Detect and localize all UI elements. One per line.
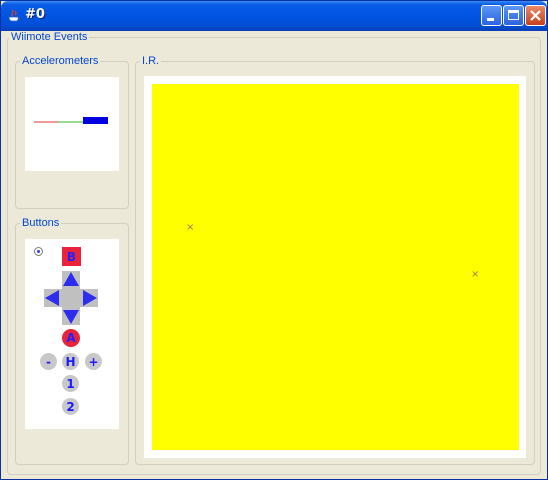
window-title: #0 [25,7,45,22]
ir-point-1: × [186,222,195,233]
button-a: A [62,329,80,347]
minimize-button[interactable] [481,5,502,26]
wiimote-events-label: Wiimote Events [9,31,90,43]
maximize-button[interactable] [503,5,524,26]
title-bar[interactable]: #0 [1,1,547,31]
minimize-icon [487,18,494,21]
button-two: 2 [62,398,79,415]
app-window: #0 Wiimote Events Accelerometers Buttons… [0,0,548,480]
button-minus: - [40,353,57,370]
button-plus: + [85,353,102,370]
ir-point-2: × [471,269,480,280]
java-app-icon [8,9,20,22]
accel-z-bar [83,117,108,124]
maximize-icon [508,10,519,20]
accelerometers-label: Accelerometers [22,55,99,67]
button-b: B [62,247,81,266]
buttons-label: Buttons [22,217,60,229]
power-indicator [34,247,43,256]
button-one: 1 [62,375,79,392]
accelerometer-bars [34,117,108,124]
close-icon [530,10,541,21]
accelerometer-display [25,77,119,171]
ir-label: I.R. [142,55,160,67]
close-button[interactable] [525,5,546,26]
button-home: H [62,353,79,370]
ir-display: × × [152,84,519,450]
dpad [44,271,98,325]
